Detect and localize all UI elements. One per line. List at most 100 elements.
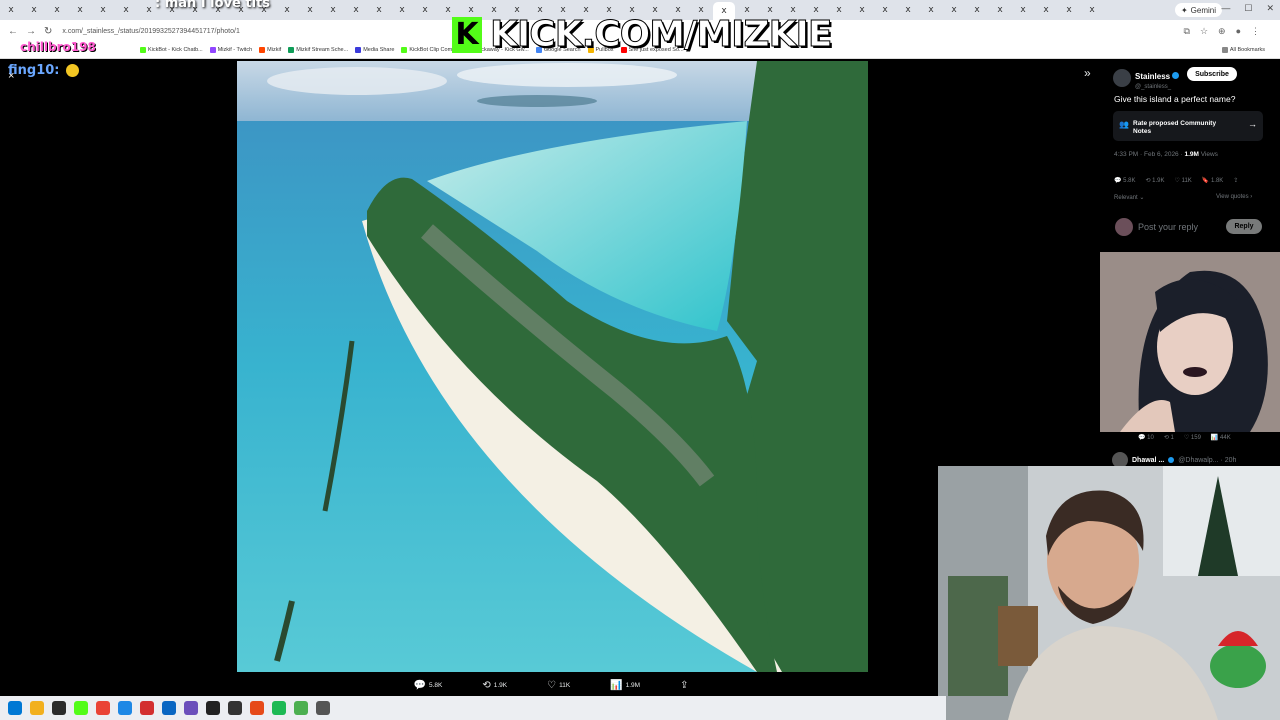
browser-tab[interactable]: x	[874, 2, 896, 18]
profile-icon[interactable]: ●	[1236, 26, 1241, 37]
sort-relevant[interactable]: Relevant ⌄	[1114, 194, 1144, 201]
browser-tab[interactable]: x	[299, 2, 321, 18]
like-button[interactable]: ♡ 11K	[547, 676, 570, 694]
extensions-icon[interactable]: ⊕	[1218, 26, 1226, 37]
avatar[interactable]	[1113, 69, 1131, 87]
share-button[interactable]: ⇪	[680, 676, 691, 694]
browser-tab[interactable]: x	[345, 2, 367, 18]
app-taskbar-icon[interactable]	[140, 701, 154, 715]
repost-stat[interactable]: ⟲ 1	[1164, 434, 1174, 441]
browser-tab[interactable]: x	[92, 2, 114, 18]
reply-stat[interactable]: 💬 5.8K	[1114, 177, 1135, 184]
views-stat[interactable]: 📊 44K	[1211, 434, 1231, 441]
browser-tab[interactable]: x	[851, 2, 873, 18]
repost-icon: ⟲	[482, 679, 491, 691]
browser-tab[interactable]: x	[414, 2, 436, 18]
like-stat[interactable]: ♡ 159	[1184, 434, 1201, 441]
app-taskbar-icon[interactable]	[250, 701, 264, 715]
browser-tab[interactable]: x	[368, 2, 390, 18]
app-taskbar-icon[interactable]	[162, 701, 176, 715]
collapse-panel-icon[interactable]: »	[1084, 66, 1091, 80]
verified-badge-icon	[1172, 72, 1180, 79]
bookmark-item[interactable]: KickBot - Kick Chatb...	[140, 47, 203, 53]
browser-tab[interactable]: x	[1058, 2, 1080, 18]
reply-image[interactable]	[1100, 252, 1280, 432]
app-taskbar-icon[interactable]	[184, 701, 198, 715]
views-button[interactable]: 📊 1.9M	[610, 676, 640, 694]
maximize-icon[interactable]: ☐	[1244, 3, 1252, 14]
reply-input[interactable]: Post your reply	[1138, 222, 1198, 232]
file-explorer-taskbar-icon[interactable]	[30, 701, 44, 715]
browser-tab[interactable]: x	[276, 2, 298, 18]
minimize-icon[interactable]: —	[1221, 3, 1230, 14]
community-notes-label: Rate proposed Community Notes	[1133, 120, 1217, 135]
browser-tab[interactable]: x	[322, 2, 344, 18]
view-quotes-link[interactable]: View quotes ›	[1216, 194, 1252, 200]
browser-tab[interactable]: x	[46, 2, 68, 18]
next-author-name[interactable]: Dhawal ...	[1132, 457, 1164, 464]
browser-tab[interactable]: x	[966, 2, 988, 18]
app-taskbar-icon[interactable]	[316, 701, 330, 715]
bookmark-item[interactable]: Mizkif Stream Sche...	[288, 47, 348, 53]
share-icon[interactable]: ⇪	[1233, 177, 1238, 184]
browser-tab[interactable]: x	[1012, 2, 1034, 18]
browser-tab[interactable]: x	[989, 2, 1011, 18]
like-stat[interactable]: ♡ 11K	[1175, 177, 1192, 184]
edge-taskbar-icon[interactable]	[118, 701, 132, 715]
obs-taskbar-icon[interactable]	[206, 701, 220, 715]
browser-tab[interactable]: x	[391, 2, 413, 18]
chat-username: chillbro198	[20, 40, 96, 54]
chat-message: : man I love tits	[155, 0, 271, 11]
reply-stat[interactable]: 💬 10	[1138, 434, 1154, 441]
chrome-taskbar-icon[interactable]	[96, 701, 110, 715]
action-count: 11K	[559, 681, 571, 689]
forward-icon[interactable]: →	[26, 26, 36, 37]
tweet-timestamp[interactable]: 4:33 PM · Feb 6, 2026 ·	[1114, 151, 1184, 158]
next-author-handle[interactable]: @Dhawalp... · 20h	[1178, 457, 1236, 464]
back-icon[interactable]: ←	[8, 26, 18, 37]
all-bookmarks[interactable]: All Bookmarks	[1221, 47, 1265, 53]
bookmark-stat[interactable]: 🔖 1.8K	[1202, 177, 1223, 184]
bookmark-favicon-icon	[140, 47, 146, 53]
app-taskbar-icon[interactable]	[52, 701, 66, 715]
start-taskbar-icon[interactable]	[8, 701, 22, 715]
browser-tab[interactable]: x	[897, 2, 919, 18]
chat-viewer: fing10:	[8, 63, 79, 78]
reply-button[interactable]: 💬 5.8K	[414, 676, 443, 694]
kick-url-text: KICK.COM/MIZKIE	[489, 14, 832, 56]
bookmark-item[interactable]: Mizkif - Twitch	[209, 47, 252, 53]
subscribe-button[interactable]: Subscribe	[1187, 67, 1237, 81]
spotify-taskbar-icon[interactable]	[272, 701, 286, 715]
menu-icon[interactable]: ⋮	[1251, 26, 1260, 37]
reply-button[interactable]: Reply	[1226, 219, 1262, 234]
repost-stat[interactable]: ⟲ 1.9K	[1145, 177, 1164, 184]
community-notes-button[interactable]: 👥 Rate proposed Community Notes →	[1113, 111, 1263, 141]
reload-icon[interactable]: ↻	[44, 26, 52, 37]
emote-icon	[65, 64, 79, 77]
tweet-author[interactable]: Stainless @_stainless_	[1113, 66, 1180, 90]
app-taskbar-icon[interactable]	[228, 701, 242, 715]
app-taskbar-icon[interactable]	[294, 701, 308, 715]
browser-tab[interactable]: x	[115, 2, 137, 18]
browser-tab[interactable]: x	[69, 2, 91, 18]
author-handle[interactable]: @_stainless_	[1135, 84, 1179, 90]
browser-tab[interactable]: x	[920, 2, 942, 18]
install-icon[interactable]: ⧉	[1184, 26, 1190, 37]
close-window-icon[interactable]: ✕	[1266, 3, 1274, 14]
tweet-photo[interactable]	[237, 61, 868, 672]
browser-tab[interactable]: x	[1035, 2, 1057, 18]
gemini-button[interactable]: ✦ Gemini	[1174, 3, 1222, 17]
browser-tab[interactable]: x	[23, 2, 45, 18]
tweet-detail-panel: Stainless @_stainless_ Subscribe Give th…	[1107, 62, 1280, 252]
bookmark-item[interactable]: Media Share	[355, 47, 394, 53]
tweet-meta: 4:33 PM · Feb 6, 2026 · 1.9M Views	[1114, 151, 1218, 158]
browser-tab[interactable]: x	[1081, 2, 1103, 18]
repost-button[interactable]: ⟲ 1.9K	[482, 676, 507, 694]
kick-taskbar-icon[interactable]	[74, 701, 88, 715]
bookmark-item[interactable]: Mizkif	[259, 47, 281, 53]
browser-tab[interactable]: x	[943, 2, 965, 18]
star-icon[interactable]: ☆	[1200, 26, 1208, 37]
island-image	[237, 61, 868, 672]
browser-tab[interactable]: x	[0, 2, 22, 18]
author-name[interactable]: Stainless	[1135, 72, 1170, 81]
